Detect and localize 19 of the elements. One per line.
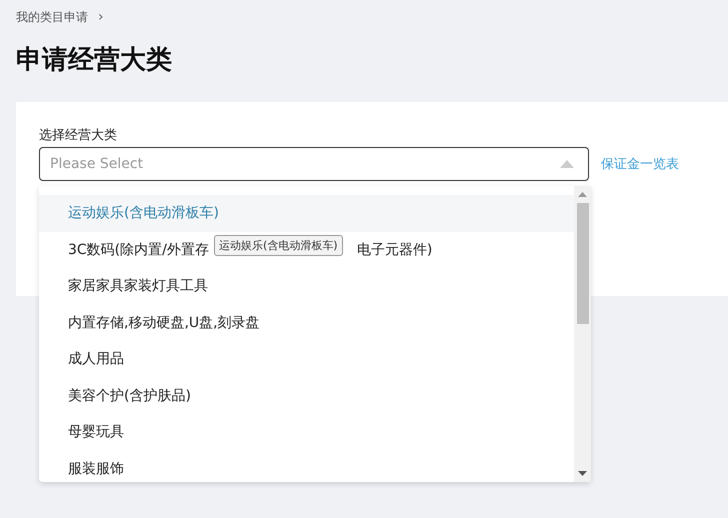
dropdown-option[interactable]: 母婴玩具 bbox=[39, 414, 574, 450]
dropdown-option[interactable]: 家居家具家装灯具工具 bbox=[39, 268, 574, 304]
scrollbar[interactable] bbox=[574, 186, 591, 482]
option-text-fragment[interactable]: 电子元器件) bbox=[356, 240, 432, 259]
scrollbar-thumb[interactable] bbox=[576, 203, 588, 324]
field-label: 选择经营大类 bbox=[39, 127, 118, 145]
dropdown-option[interactable]: 内置存储,移动硬盘,U盘,刻录盘 bbox=[39, 304, 574, 341]
page-title: 申请经营大类 bbox=[16, 44, 173, 77]
scroll-up-icon[interactable] bbox=[578, 192, 587, 197]
dropdown-option[interactable]: 成人用品 bbox=[39, 341, 574, 378]
breadcrumb-link[interactable]: 我的类目申请 bbox=[16, 8, 88, 26]
option-text-fragment[interactable]: 3C数码(除内置/外置存 bbox=[68, 240, 209, 259]
dropdown-option[interactable]: 服装服饰 bbox=[39, 450, 574, 482]
tooltip: 运动娱乐(含电动滑板车) bbox=[214, 235, 343, 256]
dropdown-option[interactable]: 运动娱乐(含电动滑板车) bbox=[39, 195, 574, 232]
caret-icon bbox=[560, 160, 574, 168]
breadcrumb-separator: › bbox=[98, 9, 104, 25]
dropdown-option[interactable]: 美容个护(含护肤品) bbox=[39, 378, 574, 414]
scroll-down-icon[interactable] bbox=[578, 471, 587, 476]
